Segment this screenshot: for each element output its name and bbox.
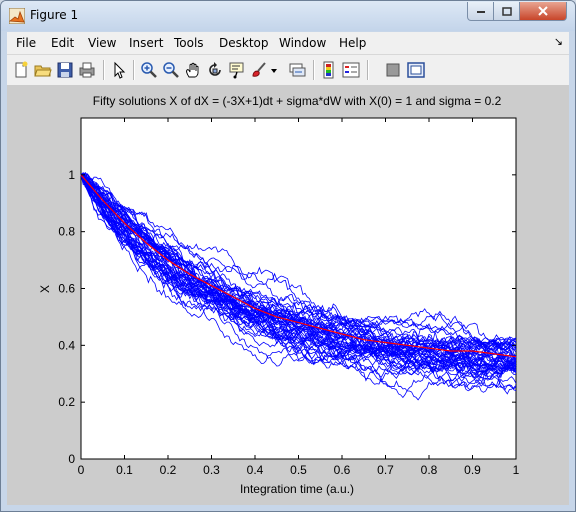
x-tick-label: 0 [78,463,85,477]
rotate-3d-icon[interactable] [206,61,224,79]
x-tick-label: 0.6 [334,463,351,477]
print-icon[interactable] [78,61,96,79]
zoom-in-icon[interactable] [140,61,158,79]
x-tick-label: 0.9 [464,463,481,477]
pan-hand-icon[interactable] [184,61,202,79]
new-figure-icon[interactable] [12,61,30,79]
toolbar-separator [133,60,135,80]
menu-tools[interactable]: Tools [174,36,204,50]
menu-file[interactable]: File [16,36,36,50]
menu-bar: File Edit View Insert Tools Desktop Wind… [7,32,569,54]
x-tick-label: 0.4 [247,463,264,477]
minimize-button[interactable] [467,2,494,21]
toolbar-separator [103,60,105,80]
insert-colorbar-icon[interactable] [320,61,338,79]
y-tick-label: 0 [68,452,75,466]
menu-insert[interactable]: Insert [129,36,163,50]
toolbar-separator [313,60,315,80]
edit-plot-arrow-icon[interactable] [110,61,128,79]
x-axis-label: Integration time (a.u.) [240,482,354,496]
y-tick-label: 0.2 [58,395,75,409]
y-axis-label: X [38,285,52,293]
y-tick-label: 0.6 [58,282,75,296]
x-tick-label: 0.3 [203,463,220,477]
dock-arrow-icon[interactable]: ↘ [554,35,563,48]
x-tick-label: 0.1 [116,463,133,477]
toolbar-separator [367,60,369,80]
x-tick-label: 0.2 [160,463,177,477]
zoom-out-icon[interactable] [162,61,180,79]
figure-window: Figure 1 File Edit View Insert Tools Des… [0,0,576,512]
menu-edit[interactable]: Edit [51,36,74,50]
x-tick-label: 1 [513,463,520,477]
y-tick-label: 0.8 [58,225,75,239]
matlab-app-icon [9,8,25,24]
maximize-button[interactable] [494,2,520,21]
link-plot-icon[interactable] [288,61,306,79]
hide-plot-tools-icon[interactable] [384,61,402,79]
plot-area[interactable] [80,117,517,460]
menu-view[interactable]: View [88,36,116,50]
figure-canvas: Fifty solutions X of dX = (-3X+1)dt + si… [7,85,569,505]
brush-dropdown-icon[interactable] [269,61,279,79]
x-tick-label: 0.5 [290,463,307,477]
x-tick-label: 0.7 [377,463,394,477]
menu-window[interactable]: Window [279,36,326,50]
save-icon[interactable] [56,61,74,79]
x-tick-label: 0.8 [421,463,438,477]
data-cursor-icon[interactable] [228,61,246,79]
show-plot-tools-icon[interactable] [407,61,425,79]
chart-title: Fifty solutions X of dX = (-3X+1)dt + si… [93,94,502,108]
minimize-icon [476,11,485,13]
brush-icon[interactable] [250,61,268,79]
y-tick-label: 1 [68,168,75,182]
maximize-icon [501,6,512,16]
insert-legend-icon[interactable] [342,61,360,79]
window-title: Figure 1 [30,8,79,22]
menu-help[interactable]: Help [339,36,366,50]
open-file-icon[interactable] [34,61,52,79]
title-bar[interactable]: Figure 1 [1,1,575,31]
close-icon [538,6,548,16]
y-tick-label: 0.4 [58,338,75,352]
menu-desktop[interactable]: Desktop [219,36,269,50]
line-chart[interactable]: Fifty solutions X of dX = (-3X+1)dt + si… [7,85,569,505]
figure-toolbar [7,54,569,86]
close-button[interactable] [520,2,567,21]
